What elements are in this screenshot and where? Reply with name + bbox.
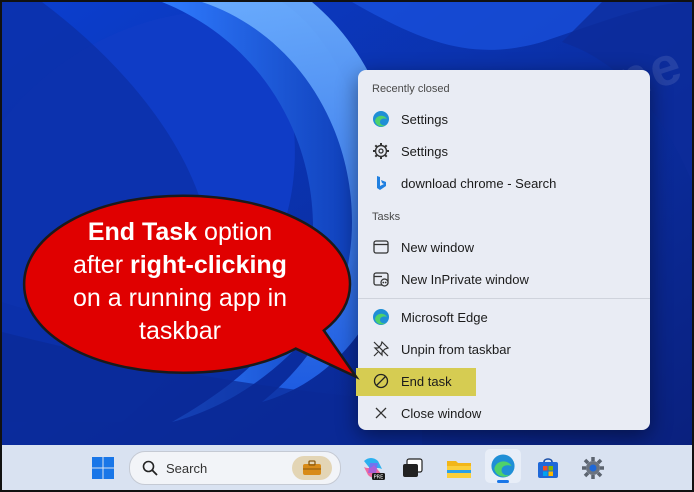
close-icon — [372, 404, 390, 422]
menu-divider — [358, 298, 650, 299]
task-view-icon[interactable] — [399, 454, 427, 482]
taskbar-search-box[interactable]: Search — [129, 451, 341, 485]
menu-item-label: Settings — [401, 143, 448, 159]
menu-item-recent-bing-search[interactable]: download chrome - Search — [358, 168, 650, 198]
menu-item-close-window[interactable]: Close window — [358, 398, 650, 428]
search-placeholder: Search — [166, 460, 208, 476]
edge-icon — [490, 453, 516, 479]
callout-line1-rest: option — [197, 218, 273, 246]
windows-start-icon[interactable] — [89, 454, 117, 482]
taskbar-edge-button[interactable] — [485, 449, 521, 483]
menu-item-new-window[interactable]: New window — [358, 232, 650, 262]
file-explorer-icon[interactable] — [445, 454, 473, 482]
bing-icon — [372, 174, 390, 192]
menu-item-microsoft-edge[interactable]: Microsoft Edge — [358, 302, 650, 332]
callout-line2-pre: after — [73, 251, 130, 279]
screenshot-frame: ottra.ne Recently closed Settings Settin… — [0, 0, 694, 492]
edge-icon — [372, 308, 390, 326]
search-icon — [142, 460, 158, 476]
edge-jump-list-menu: Recently closed Settings Settings downlo… — [356, 70, 650, 430]
store-icon[interactable] — [534, 454, 562, 482]
callout-line3: on a running app in — [72, 284, 288, 312]
section-title-recently-closed: Recently closed — [372, 83, 450, 95]
briefcase-icon — [292, 456, 332, 480]
menu-item-label: Microsoft Edge — [401, 309, 488, 325]
callout-text: End Task option after right-clicking on … — [30, 216, 330, 348]
prohibit-icon — [372, 372, 390, 390]
menu-item-label: Close window — [401, 405, 482, 421]
callout-end-task-bold: End Task — [87, 218, 198, 246]
unpin-icon — [372, 340, 390, 358]
copilot-pre-icon[interactable]: PRE — [359, 454, 387, 482]
svg-text:PRE: PRE — [374, 475, 384, 481]
edge-icon — [372, 110, 390, 128]
callout-right-clicking-bold: right-clicking — [130, 251, 287, 279]
settings-gear-icon[interactable] — [579, 454, 607, 482]
taskbar: Search PRE — [2, 445, 692, 490]
inprivate-icon — [372, 270, 390, 288]
menu-item-end-task[interactable]: End task — [358, 366, 650, 396]
menu-item-label: Unpin from taskbar — [401, 341, 511, 357]
menu-item-label: download chrome - Search — [401, 175, 557, 191]
menu-item-recent-settings-edge[interactable]: Settings — [358, 104, 650, 134]
callout-line4: taskbar — [139, 317, 221, 345]
menu-item-new-inprivate-window[interactable]: New InPrivate window — [358, 264, 650, 294]
menu-item-label: End task — [401, 373, 452, 389]
menu-item-unpin-from-taskbar[interactable]: Unpin from taskbar — [358, 334, 650, 364]
gear-icon — [372, 142, 390, 160]
running-indicator — [497, 480, 509, 483]
menu-item-label: New InPrivate window — [401, 271, 529, 287]
menu-item-recent-settings-gear[interactable]: Settings — [358, 136, 650, 166]
menu-item-label: Settings — [401, 111, 448, 127]
menu-item-label: New window — [401, 239, 474, 255]
section-title-tasks: Tasks — [372, 211, 401, 223]
window-icon — [372, 238, 390, 256]
